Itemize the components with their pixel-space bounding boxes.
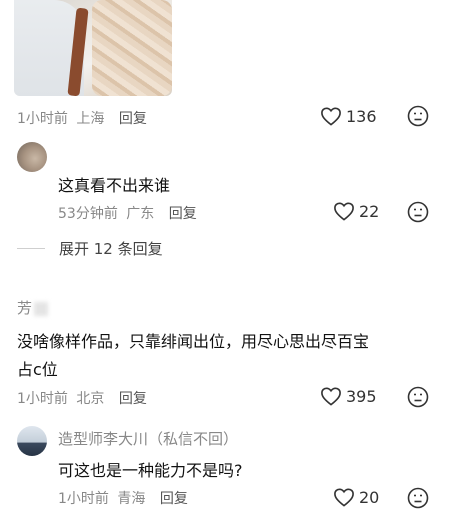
comment-location: 北京 [76, 391, 105, 407]
reply-meta: 1小时前 青海 回复 [58, 488, 188, 508]
username-text: 芳 [17, 299, 33, 317]
comment-meta: 1小时前 上海 回复 [17, 108, 147, 128]
frown-face-icon [407, 201, 429, 223]
like-count: 20 [359, 487, 380, 507]
comment-image[interactable] [14, 0, 172, 96]
photo-scarf [92, 0, 172, 96]
comment-text-line2: 占c位 [17, 360, 58, 379]
like-count: 136 [346, 106, 377, 126]
avatar[interactable] [17, 426, 47, 456]
reply-time: 53分钟前 [58, 206, 118, 222]
comment-text-line1: 没啥像样作品，只靠绯闻出位，用尽心思出尽百宝 [17, 332, 370, 351]
dislike-button[interactable] [407, 487, 429, 509]
reply-location: 青海 [117, 491, 146, 507]
blurred-name [34, 301, 49, 316]
dislike-button[interactable] [407, 105, 429, 127]
username[interactable]: 芳 [17, 297, 49, 318]
avatar[interactable] [17, 142, 47, 172]
reply-button[interactable]: 回复 [119, 391, 147, 407]
like-button[interactable]: 20 [333, 487, 379, 507]
reply-username[interactable]: 造型师李大川（私信不回） [58, 428, 238, 449]
heart-outline-icon [321, 387, 341, 406]
frown-face-icon [407, 105, 429, 127]
frown-face-icon [407, 386, 429, 408]
like-button[interactable]: 22 [333, 201, 379, 221]
reply-button[interactable]: 回复 [169, 206, 197, 222]
reply-meta: 53分钟前 广东 回复 [58, 203, 197, 223]
like-count: 395 [346, 386, 377, 406]
reply-text: 这真看不出来谁 [58, 176, 171, 195]
reply-button[interactable]: 回复 [160, 491, 188, 507]
divider [17, 248, 45, 249]
like-button[interactable]: 395 [320, 386, 377, 406]
like-count: 22 [359, 201, 380, 221]
frown-face-icon [407, 487, 429, 509]
heart-outline-icon [334, 488, 354, 507]
reply-text: 可这也是一种能力不是吗? [58, 461, 243, 480]
heart-outline-icon [321, 107, 341, 126]
reply-button[interactable]: 回复 [119, 111, 147, 127]
like-button[interactable]: 136 [320, 106, 377, 126]
reply-location: 广东 [126, 206, 155, 222]
comment-location: 上海 [76, 111, 105, 127]
comment-time: 1小时前 [17, 391, 68, 407]
comment-time: 1小时前 [17, 111, 68, 127]
heart-outline-icon [334, 202, 354, 221]
expand-replies-label: 展开 12 条回复 [59, 240, 163, 258]
comment-meta: 1小时前 北京 回复 [17, 388, 147, 408]
dislike-button[interactable] [407, 386, 429, 408]
dislike-button[interactable] [407, 201, 429, 223]
expand-replies-button[interactable]: 展开 12 条回复 [17, 238, 163, 259]
reply-time: 1小时前 [58, 491, 109, 507]
